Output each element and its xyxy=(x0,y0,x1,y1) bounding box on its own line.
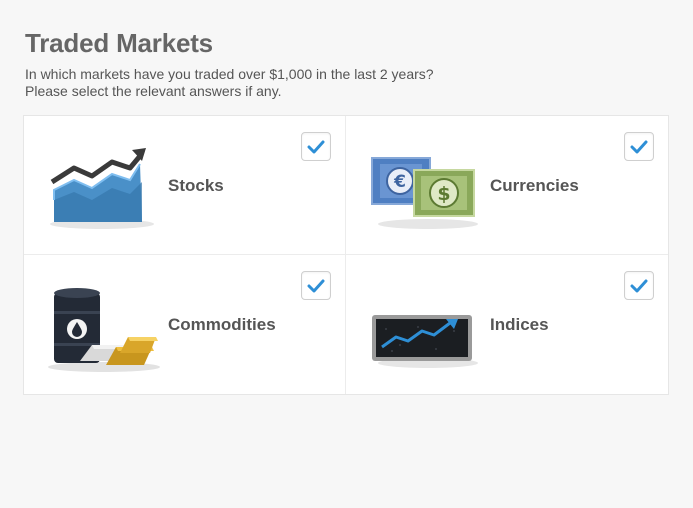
market-label-indices: Indices xyxy=(490,315,549,334)
page-subtitle: In which markets have you traded over $1… xyxy=(25,66,434,100)
svg-text:€: € xyxy=(393,172,406,192)
market-label-currencies: Currencies xyxy=(490,176,579,195)
commodities-checkbox[interactable] xyxy=(301,271,331,300)
checkmark-icon xyxy=(630,140,648,153)
market-option-stocks[interactable]: Stocks xyxy=(24,116,346,255)
market-label-commodities: Commodities xyxy=(168,315,276,334)
market-option-commodities[interactable]: Commodities xyxy=(24,255,346,394)
currency-notes-icon: € $ xyxy=(371,157,478,229)
market-option-indices[interactable]: Indices xyxy=(346,255,668,394)
page-title: Traded Markets xyxy=(25,28,213,58)
market-label-stocks: Stocks xyxy=(168,176,224,195)
stocks-checkbox[interactable] xyxy=(301,132,331,161)
indices-checkbox[interactable] xyxy=(624,271,654,300)
svg-text:$: $ xyxy=(437,183,450,205)
currencies-checkbox[interactable] xyxy=(624,132,654,161)
checkmark-icon xyxy=(307,140,325,153)
market-option-currencies[interactable]: € $ Currencies xyxy=(346,116,668,255)
traded-markets-page: Traded Markets In which markets have you… xyxy=(0,0,693,508)
oil-barrel-gold-icon xyxy=(48,288,160,372)
subtitle-line-1: In which markets have you traded over $1… xyxy=(25,66,434,82)
checkmark-icon xyxy=(307,279,325,292)
markets-grid: Stocks € $ Currencies Commodities Indice… xyxy=(23,115,669,395)
stocks-chart-icon xyxy=(50,148,154,229)
index-monitor-icon xyxy=(372,315,478,368)
subtitle-line-2: Please select the relevant answers if an… xyxy=(25,83,282,99)
checkmark-icon xyxy=(630,279,648,292)
